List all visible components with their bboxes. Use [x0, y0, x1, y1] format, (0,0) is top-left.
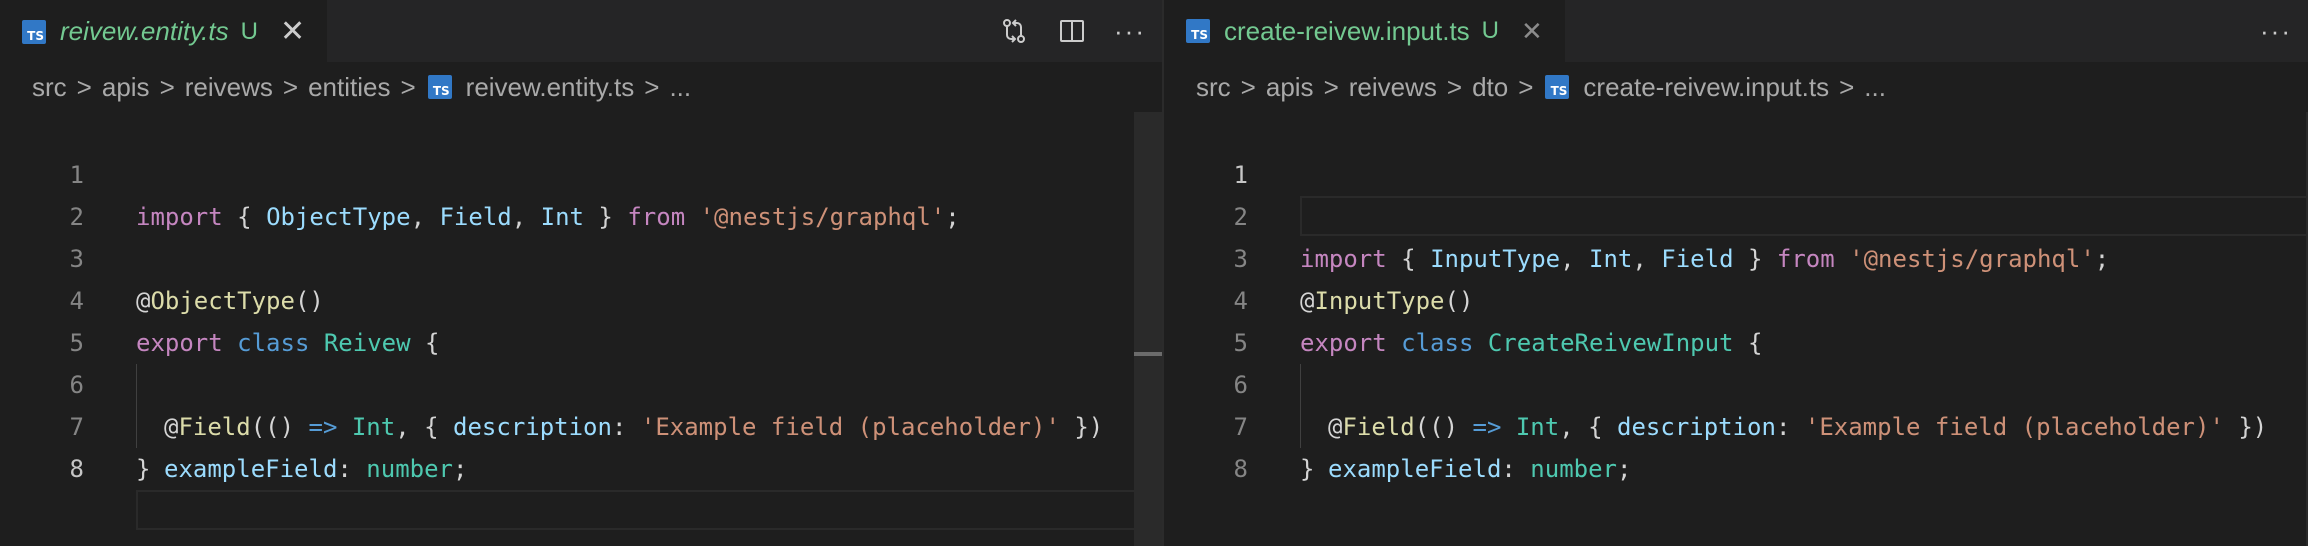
more-actions-icon[interactable]: ··· — [2260, 17, 2290, 45]
breadcrumb-item[interactable]: reivews — [185, 72, 273, 103]
code-line: 8 — [1164, 406, 2308, 483]
code-line: 2 — [1164, 154, 2308, 231]
code-line: 5 @Field(() => Int, { description: 'Exam… — [1164, 280, 2308, 441]
chevron-right-icon: > — [1446, 71, 1463, 102]
code-line: 6 exampleField: number; — [0, 322, 1162, 483]
breadcrumb-item[interactable]: apis — [1266, 72, 1314, 103]
code-line: 3 @InputType() — [1164, 196, 2308, 315]
typescript-file-icon: TS — [427, 75, 452, 99]
tab-create-reivew-input[interactable]: TS create-reivew.input.ts U ✕ — [1164, 0, 1565, 62]
close-icon[interactable]: ✕ — [1521, 18, 1543, 44]
code-line: 1 import { ObjectType, Field, Int } from… — [0, 112, 1162, 231]
breadcrumb-left: src > apis > reivews > entities > TS rei… — [0, 62, 1162, 112]
breadcrumb-item[interactable]: entities — [308, 72, 390, 103]
code-line: 4 export class Reivew { — [0, 238, 1162, 357]
breadcrumb-item[interactable]: src — [32, 72, 67, 103]
code-line: 2 — [0, 154, 1162, 231]
tab-title: create-reivew.input.ts — [1224, 15, 1470, 46]
line-number: 8 — [69, 455, 84, 483]
editor-group-left: TS reivew.entity.ts U ✕ ··· src > apis >… — [0, 0, 1162, 546]
breadcrumb-item[interactable]: dto — [1472, 72, 1508, 103]
tab-title: reivew.entity.ts — [60, 16, 229, 46]
vertical-scrollbar[interactable] — [1134, 112, 1162, 546]
editor-area: TS reivew.entity.ts U ✕ ··· src > apis >… — [0, 0, 2308, 546]
more-actions-icon[interactable]: ··· — [1114, 17, 1144, 45]
chevron-right-icon: > — [282, 71, 299, 102]
code-editor-left[interactable]: 1 import { ObjectType, Field, Int } from… — [0, 112, 1162, 530]
code-line: 3 @ObjectType() — [0, 196, 1162, 315]
code-line: 6 exampleField: number; — [1164, 322, 2308, 483]
code-text: } — [136, 455, 151, 483]
code-line: 4 export class CreateReivewInput { — [1164, 238, 2308, 357]
chevron-right-icon: > — [1839, 71, 1855, 102]
breadcrumb-item[interactable]: create-reivew.input.ts — [1583, 72, 1829, 103]
code-line: 5 @Field(() => Int, { description: 'Exam… — [0, 280, 1162, 441]
code-text: exampleField: number; — [164, 455, 468, 483]
tab-bar-left: TS reivew.entity.ts U ✕ ··· — [0, 0, 1162, 62]
breadcrumb-item[interactable]: apis — [102, 72, 150, 103]
typescript-file-icon: TS — [1186, 19, 1210, 43]
chevron-right-icon: > — [400, 71, 416, 102]
chevron-right-icon: > — [76, 71, 92, 102]
breadcrumb-item[interactable]: ... — [1864, 72, 1886, 103]
code-line: 7 } — [1164, 364, 2308, 483]
close-icon[interactable]: ✕ — [280, 16, 305, 47]
scrollbar-thumb[interactable] — [1134, 352, 1162, 356]
tab-reivew-entity[interactable]: TS reivew.entity.ts U ✕ — [0, 0, 328, 62]
editor-group-right: TS create-reivew.input.ts U ✕ ··· src > … — [1164, 0, 2308, 546]
code-line: 7 } — [0, 364, 1162, 483]
untracked-status-badge: U — [1481, 17, 1500, 44]
editor-actions-left: ··· — [1000, 0, 1144, 62]
chevron-right-icon: > — [1240, 71, 1256, 102]
split-editor-icon[interactable] — [1058, 17, 1086, 45]
code-line-current: 1 import { InputType, Int, Field } from … — [1164, 112, 2308, 273]
untracked-status-badge: U — [240, 17, 258, 45]
code-text: exampleField: number; — [1328, 455, 1632, 483]
breadcrumb-item[interactable]: ... — [669, 72, 691, 103]
current-line-highlight — [136, 490, 1162, 530]
line-number: 8 — [1233, 455, 1248, 483]
chevron-right-icon: > — [1518, 71, 1534, 102]
typescript-file-icon: TS — [1545, 75, 1570, 99]
open-changes-icon[interactable] — [1000, 17, 1028, 45]
breadcrumb-right: src > apis > reivews > dto > TS create-r… — [1164, 62, 2308, 112]
tab-bar-right: TS create-reivew.input.ts U ✕ ··· — [1164, 0, 2308, 62]
breadcrumb-item[interactable]: reivew.entity.ts — [466, 72, 635, 103]
chevron-right-icon: > — [1323, 71, 1339, 102]
breadcrumb-item[interactable]: reivews — [1349, 72, 1437, 103]
editor-actions-right: ··· — [2260, 0, 2290, 62]
chevron-right-icon: > — [644, 71, 660, 102]
code-editor-right[interactable]: 1 import { InputType, Int, Field } from … — [1164, 112, 2308, 483]
code-line-current: 8 — [0, 406, 1162, 530]
chevron-right-icon: > — [159, 71, 175, 102]
typescript-file-icon: TS — [22, 19, 46, 44]
breadcrumb-item[interactable]: src — [1196, 72, 1231, 103]
code-text: } — [1300, 455, 1315, 483]
